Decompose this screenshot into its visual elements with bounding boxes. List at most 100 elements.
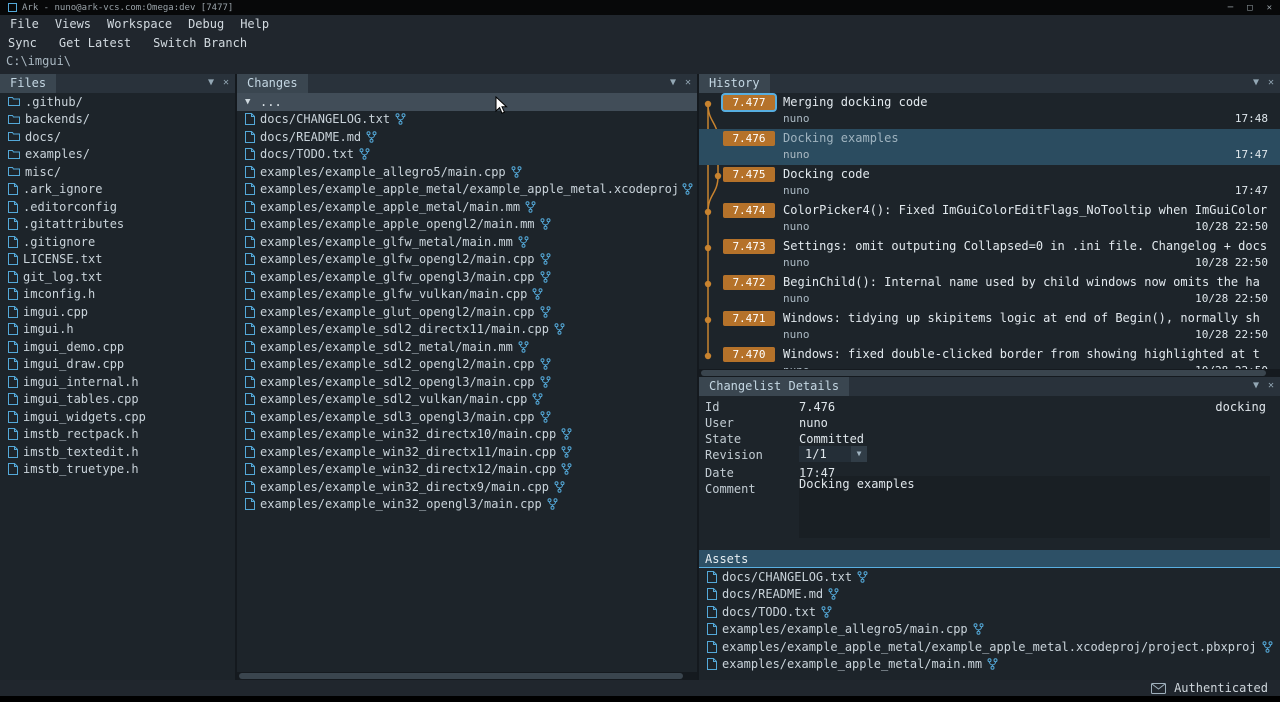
changes-tab[interactable]: Changes [237,74,308,93]
file-tree-item[interactable]: LICENSE.txt [0,251,235,269]
file-tree-item[interactable]: imstb_rectpack.h [0,426,235,444]
close-button[interactable]: ✕ [1267,3,1272,13]
changed-file-row[interactable]: examples/example_glfw_opengl3/main.cpp [237,268,697,286]
branch-icon [366,131,377,143]
commit-author: nuno [783,328,810,341]
history-tab[interactable]: History [699,74,770,93]
file-tree-item[interactable]: imgui_widgets.cpp [0,408,235,426]
toolbar-sync-button[interactable]: Sync [8,36,37,50]
asset-file-row[interactable]: examples/example_apple_metal/main.mm [699,656,1280,674]
file-tree-item[interactable]: imconfig.h [0,286,235,304]
asset-file-row[interactable]: docs/README.md [699,586,1280,604]
file-tree-item[interactable]: imgui.cpp [0,303,235,321]
menu-views[interactable]: Views [55,17,91,31]
changed-file-row[interactable]: examples/example_sdl2_opengl3/main.cpp [237,373,697,391]
asset-file-row[interactable]: examples/example_apple_metal/example_app… [699,638,1280,656]
file-name: examples/example_glfw_opengl3/main.cpp [260,270,535,284]
revision-dropdown[interactable]: 1/1 ▼ [799,446,867,462]
changed-file-row[interactable]: examples/example_sdl2_metal/main.mm [237,338,697,356]
toolbar-switch-branch-button[interactable]: Switch Branch [153,36,247,50]
close-panel-icon[interactable]: ✕ [1268,380,1274,391]
changed-file-row[interactable]: examples/example_win32_directx11/main.cp… [237,443,697,461]
close-panel-icon[interactable]: ✕ [685,77,691,88]
file-tree-item[interactable]: backends/ [0,111,235,129]
branch-icon [540,358,551,370]
asset-file-row[interactable]: docs/CHANGELOG.txt [699,568,1280,586]
changed-file-row[interactable]: examples/example_apple_metal/example_app… [237,181,697,199]
changed-file-row[interactable]: docs/README.md [237,128,697,146]
maximize-button[interactable]: □ [1247,3,1252,13]
close-panel-icon[interactable]: ✕ [223,77,229,88]
filter-icon[interactable]: ▼ [670,77,676,88]
file-tree-item[interactable]: imgui_internal.h [0,373,235,391]
changes-hscrollbar[interactable] [237,672,697,680]
history-commit-row[interactable]: 7.473Settings: omit outputing Collapsed=… [699,237,1280,273]
file-tree-item[interactable]: .github/ [0,93,235,111]
field-label-date: Date [705,466,734,480]
filter-icon[interactable]: ▼ [208,77,214,88]
menu-debug[interactable]: Debug [188,17,224,31]
details-tab[interactable]: Changelist Details [699,377,849,396]
document-icon [8,271,18,283]
changed-file-row[interactable]: examples/example_allegro5/main.cpp [237,163,697,181]
asset-file-row[interactable]: docs/TODO.txt [699,603,1280,621]
file-tree-item[interactable]: examples/ [0,146,235,164]
filter-icon[interactable]: ▼ [1253,77,1259,88]
file-tree-item[interactable]: misc/ [0,163,235,181]
file-tree-item[interactable]: imgui_draw.cpp [0,356,235,374]
changed-file-row[interactable]: examples/example_glut_opengl2/main.cpp [237,303,697,321]
changed-file-row[interactable]: examples/example_apple_opengl2/main.mm [237,216,697,234]
history-commit-row[interactable]: 7.475Docking codenuno17:47 [699,165,1280,201]
history-commit-row[interactable]: 7.471Windows: tidying up skipitems logic… [699,309,1280,345]
menu-workspace[interactable]: Workspace [107,17,172,31]
chevron-down-icon[interactable]: ▼ [851,446,867,462]
history-commit-row[interactable]: 7.474ColorPicker4(): Fixed ImGuiColorEdi… [699,201,1280,237]
history-commit-row[interactable]: 7.472BeginChild(): Internal name used by… [699,273,1280,309]
file-tree-item[interactable]: .editorconfig [0,198,235,216]
scrollbar-thumb[interactable] [239,673,683,679]
changed-file-row[interactable]: examples/example_sdl2_opengl2/main.cpp [237,356,697,374]
file-tree-item[interactable]: git_log.txt [0,268,235,286]
minimize-button[interactable]: ─ [1228,3,1233,13]
menu-help[interactable]: Help [240,17,269,31]
file-tree-item[interactable]: imstb_textedit.h [0,443,235,461]
document-icon [245,411,255,423]
changed-file-row[interactable]: examples/example_win32_directx12/main.cp… [237,461,697,479]
history-hscrollbar[interactable] [699,369,1280,377]
document-icon [245,288,255,300]
changed-file-row[interactable]: examples/example_win32_directx10/main.cp… [237,426,697,444]
history-commit-row[interactable]: 7.477Merging docking codenuno17:48 [699,93,1280,129]
changed-file-row[interactable]: docs/TODO.txt [237,146,697,164]
changed-file-row[interactable]: examples/example_sdl2_directx11/main.cpp [237,321,697,339]
changed-file-row[interactable]: examples/example_apple_metal/main.mm [237,198,697,216]
changed-file-row[interactable]: examples/example_sdl3_opengl3/main.cpp [237,408,697,426]
changes-root-row[interactable]: ▼... [237,93,697,111]
close-panel-icon[interactable]: ✕ [1268,77,1274,88]
changed-file-row[interactable]: examples/example_glfw_opengl2/main.cpp [237,251,697,269]
file-name: examples/ [25,147,90,161]
expander-icon[interactable]: ▼ [245,97,255,107]
files-tab[interactable]: Files [0,74,56,93]
filter-icon[interactable]: ▼ [1253,380,1259,391]
toolbar-get-latest-button[interactable]: Get Latest [59,36,131,50]
changed-file-row[interactable]: docs/CHANGELOG.txt [237,111,697,129]
file-tree-item[interactable]: imgui_tables.cpp [0,391,235,409]
file-tree-item[interactable]: .ark_ignore [0,181,235,199]
changed-file-row[interactable]: examples/example_glfw_metal/main.mm [237,233,697,251]
asset-file-row[interactable]: examples/example_allegro5/main.cpp [699,621,1280,639]
file-tree-item[interactable]: .gitattributes [0,216,235,234]
scrollbar-thumb[interactable] [701,370,1266,376]
history-commit-row[interactable]: 7.470Windows: fixed double-clicked borde… [699,345,1280,369]
history-commit-row[interactable]: 7.476Docking examplesnuno17:47 [699,129,1280,165]
menu-file[interactable]: File [10,17,39,31]
file-tree-item[interactable]: imgui.h [0,321,235,339]
changed-file-row[interactable]: examples/example_glfw_vulkan/main.cpp [237,286,697,304]
file-tree-item[interactable]: docs/ [0,128,235,146]
changed-file-row[interactable]: examples/example_sdl2_vulkan/main.cpp [237,391,697,409]
changed-file-row[interactable]: examples/example_win32_directx9/main.cpp [237,478,697,496]
file-tree-item[interactable]: imgui_demo.cpp [0,338,235,356]
file-tree-item[interactable]: imstb_truetype.h [0,461,235,479]
document-icon [707,571,717,583]
changed-file-row[interactable]: examples/example_win32_opengl3/main.cpp [237,496,697,514]
file-tree-item[interactable]: .gitignore [0,233,235,251]
